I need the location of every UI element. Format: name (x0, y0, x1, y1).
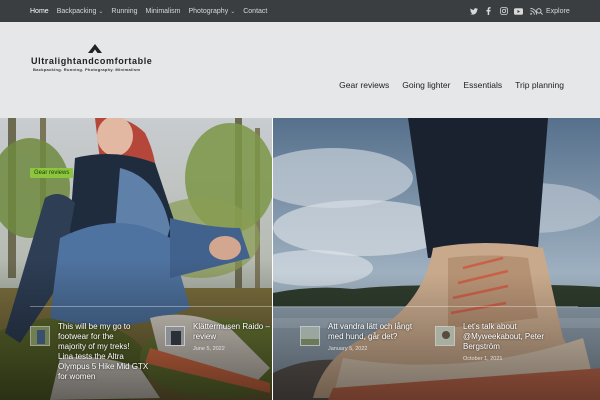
post-title[interactable]: Let's talk about @Myweekabout, Peter Ber… (463, 322, 544, 352)
post-date: October 1, 2021 (463, 356, 503, 362)
hero-slider: Gear reviews This will be my go to footw… (0, 118, 600, 400)
post-thumbnail[interactable] (435, 326, 455, 346)
logo-tagline: Backpacking. Running. Photography. Minim… (33, 67, 141, 72)
top-nav: Home Backpacking ⌄ Running Minimalism Pho… (30, 0, 275, 22)
post-date: January 5, 2022 (328, 346, 368, 352)
top-nav-home[interactable]: Home (30, 0, 49, 22)
nav-trip-planning[interactable]: Trip planning (515, 80, 564, 90)
nav-essentials[interactable]: Essentials (463, 80, 502, 90)
chevron-down-icon: ⌄ (98, 8, 104, 15)
mountain-icon (88, 44, 102, 53)
twitter-icon[interactable] (466, 0, 481, 22)
featured-posts: This will be my go to footwear for the m… (30, 322, 590, 382)
main-nav: Gear reviews Going lighter Essentials Tr… (326, 80, 564, 90)
top-nav-photography[interactable]: Photography ⌄ (189, 0, 236, 22)
facebook-icon[interactable] (481, 0, 496, 22)
top-nav-backpacking[interactable]: Backpacking ⌄ (57, 0, 104, 22)
logo-title: Ultralightandcomfortable (31, 56, 153, 66)
top-nav-running[interactable]: Running (111, 0, 137, 22)
top-nav-minimalism[interactable]: Minimalism (146, 0, 181, 22)
nav-going-lighter[interactable]: Going lighter (402, 80, 450, 90)
explore-label: Explore (546, 7, 570, 15)
chevron-down-icon: ⌄ (230, 8, 236, 15)
post-thumbnail[interactable] (30, 326, 50, 346)
nav-gear-reviews[interactable]: Gear reviews (339, 80, 389, 90)
top-bar: Home Backpacking ⌄ Running Minimalism Pho… (0, 0, 600, 22)
post-thumbnail[interactable] (165, 326, 185, 346)
post-date: June 5, 2022 (193, 346, 225, 352)
hero-divider (30, 306, 578, 307)
site-header: Ultralightandcomfortable Backpacking. Ru… (0, 22, 600, 118)
social-links (466, 0, 541, 22)
top-nav-contact[interactable]: Contact (243, 0, 267, 22)
youtube-icon[interactable] (511, 0, 526, 22)
post-title[interactable]: This will be my go to footwear for the m… (58, 322, 148, 382)
search-icon (536, 7, 543, 15)
post-title[interactable]: Att vandra lätt och långt med hund, går … (328, 322, 412, 342)
category-badge[interactable]: Gear reviews (30, 168, 74, 178)
post-title[interactable]: Klättermusen Raido – review (193, 322, 270, 342)
explore-button[interactable]: Explore (536, 0, 570, 22)
post-thumbnail[interactable] (300, 326, 320, 346)
instagram-icon[interactable] (496, 0, 511, 22)
